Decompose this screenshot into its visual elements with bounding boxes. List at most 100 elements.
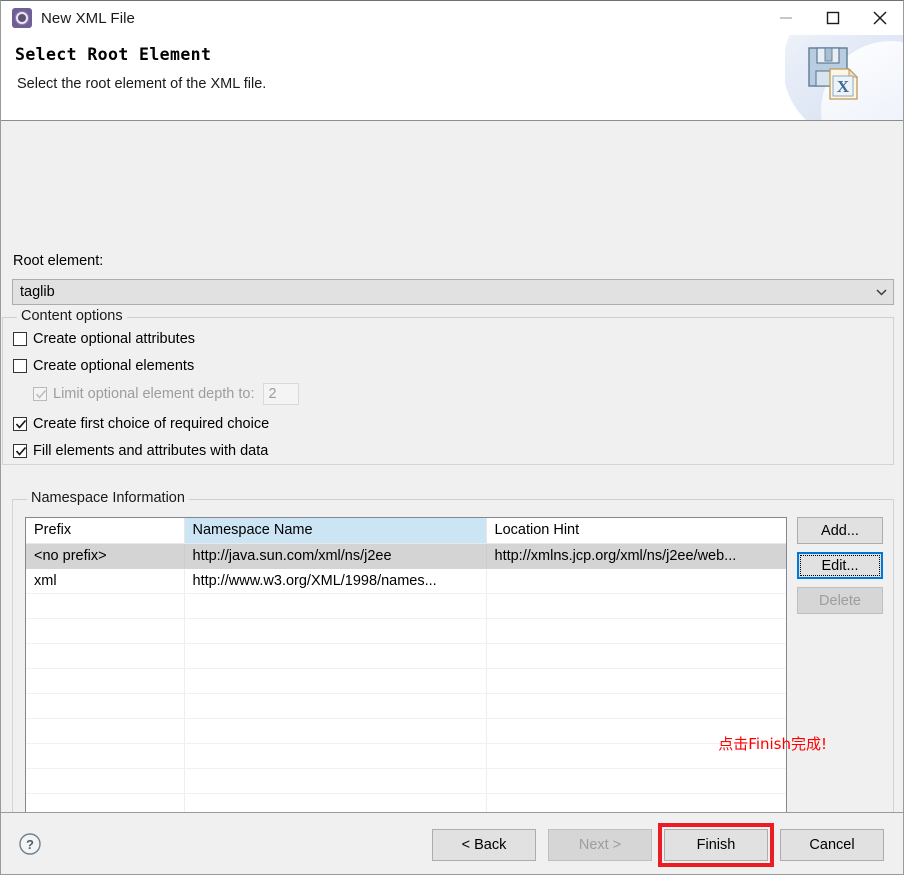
finish-button-label: Finish	[696, 837, 736, 853]
checkbox-fill-elements-with-data[interactable]: Fill elements and attributes with data	[13, 441, 268, 461]
next-button-label: Next >	[578, 837, 622, 853]
cell-empty	[184, 643, 487, 669]
namespace-information-group: Namespace Information Prefix Namespace N…	[12, 490, 894, 834]
cell-empty	[26, 718, 185, 744]
table-row[interactable]: <no prefix> http://java.sun.com/xml/ns/j2…	[26, 543, 786, 569]
cell-empty	[184, 718, 487, 744]
optional-element-depth-input: 2	[262, 383, 299, 405]
next-button: Next >	[548, 829, 652, 861]
cell-empty	[26, 693, 185, 719]
cell-location-hint	[486, 568, 786, 594]
window-title: New XML File	[41, 9, 135, 27]
table-row-empty[interactable]	[26, 593, 786, 619]
table-row-empty[interactable]	[26, 618, 786, 644]
cell-empty	[26, 593, 185, 619]
svg-text:X: X	[837, 77, 850, 96]
root-element-label: Root element:	[13, 253, 104, 269]
add-namespace-button-label: Add...	[821, 522, 859, 539]
page-title: Select Root Element	[15, 45, 212, 64]
cell-empty	[184, 668, 487, 694]
table-row-empty[interactable]	[26, 668, 786, 694]
annotation-text: 点击Finish完成!	[718, 735, 827, 753]
checkbox-label: Limit optional element depth to:	[53, 386, 255, 402]
checkbox-create-first-choice[interactable]: Create first choice of required choice	[13, 414, 269, 434]
checkbox-limit-optional-element-depth: Limit optional element depth to: 2	[33, 383, 299, 405]
root-element-value: taglib	[20, 284, 55, 300]
chevron-down-icon[interactable]	[869, 288, 893, 296]
cell-empty	[184, 768, 487, 794]
table-header-row: Prefix Namespace Name Location Hint	[26, 518, 786, 544]
cell-empty	[486, 643, 786, 669]
cell-location-hint: http://xmlns.jcp.org/xml/ns/j2ee/web...	[486, 543, 786, 569]
dialog-footer: ? < Back Next > Finish Cancel	[1, 812, 903, 874]
table-row-empty[interactable]	[26, 768, 786, 794]
checkbox-box	[13, 444, 27, 458]
xml-gear-icon	[12, 8, 32, 28]
cell-empty	[486, 668, 786, 694]
dialog-header: Select Root Element Select the root elem…	[1, 35, 903, 121]
maximize-icon[interactable]	[809, 1, 856, 35]
delete-namespace-button: Delete	[797, 587, 883, 614]
cell-empty	[26, 618, 185, 644]
checkbox-box	[13, 417, 27, 431]
table-row[interactable]: xml http://www.w3.org/XML/1998/names...	[26, 568, 786, 594]
table-row-empty[interactable]	[26, 743, 786, 769]
checkbox-label: Fill elements and attributes with data	[33, 443, 269, 459]
title-bar: New XML File	[1, 1, 903, 35]
cell-empty	[486, 693, 786, 719]
cancel-button[interactable]: Cancel	[780, 829, 884, 861]
checkbox-box	[13, 332, 27, 346]
minimize-icon[interactable]	[762, 1, 809, 35]
window-controls	[762, 1, 903, 35]
cell-namespace-name: http://java.sun.com/xml/ns/j2ee	[184, 543, 487, 569]
finish-button[interactable]: Finish	[664, 829, 768, 861]
content-options-group: Content options Create optional attribut…	[2, 308, 894, 465]
cancel-button-label: Cancel	[809, 837, 855, 853]
namespace-information-legend: Namespace Information	[27, 490, 189, 506]
cell-namespace-name: http://www.w3.org/XML/1998/names...	[184, 568, 487, 594]
cell-empty	[26, 643, 185, 669]
cell-empty	[184, 593, 487, 619]
back-button-label: < Back	[461, 837, 507, 853]
content-options-legend: Content options	[17, 308, 127, 324]
column-header-prefix[interactable]: Prefix	[26, 518, 185, 544]
close-icon[interactable]	[856, 1, 903, 35]
checkbox-label: Create optional attributes	[33, 331, 196, 347]
column-header-location-hint[interactable]: Location Hint	[486, 518, 786, 544]
column-header-namespace-name[interactable]: Namespace Name	[184, 518, 487, 544]
checkbox-label: Create optional elements	[33, 358, 195, 374]
checkbox-box	[33, 387, 47, 401]
dialog-body: Root element: taglib Content options Cre…	[1, 121, 903, 834]
new-xml-file-dialog: New XML File Select Root Element Select …	[0, 0, 904, 875]
cell-empty	[184, 693, 487, 719]
cell-prefix: xml	[26, 568, 185, 594]
cell-empty	[486, 593, 786, 619]
edit-namespace-button[interactable]: Edit...	[797, 552, 883, 579]
namespace-table[interactable]: Prefix Namespace Name Location Hint <no …	[25, 517, 787, 820]
cell-empty	[486, 618, 786, 644]
table-row-empty[interactable]	[26, 718, 786, 744]
cell-empty	[184, 743, 487, 769]
save-xml-file-icon: X	[785, 35, 903, 120]
help-question-icon[interactable]: ?	[18, 832, 42, 856]
checkbox-create-optional-attributes[interactable]: Create optional attributes	[13, 329, 195, 349]
cell-empty	[26, 743, 185, 769]
back-button[interactable]: < Back	[432, 829, 536, 861]
svg-text:?: ?	[26, 837, 34, 852]
checkbox-create-optional-elements[interactable]: Create optional elements	[13, 356, 194, 376]
cell-empty	[184, 618, 487, 644]
cell-prefix: <no prefix>	[26, 543, 185, 569]
cell-empty	[486, 768, 786, 794]
root-element-combo[interactable]: taglib	[12, 279, 894, 305]
footer-button-group: < Back Next > Finish Cancel	[432, 823, 884, 867]
delete-namespace-button-label: Delete	[819, 592, 861, 609]
edit-namespace-button-label: Edit...	[821, 557, 859, 574]
page-description: Select the root element of the XML file.	[17, 76, 267, 92]
add-namespace-button[interactable]: Add...	[797, 517, 883, 544]
table-row-empty[interactable]	[26, 643, 786, 669]
cell-empty	[26, 668, 185, 694]
checkbox-label: Create first choice of required choice	[33, 416, 270, 432]
cell-empty	[26, 768, 185, 794]
finish-button-wrapper: Finish	[658, 823, 774, 867]
table-row-empty[interactable]	[26, 693, 786, 719]
